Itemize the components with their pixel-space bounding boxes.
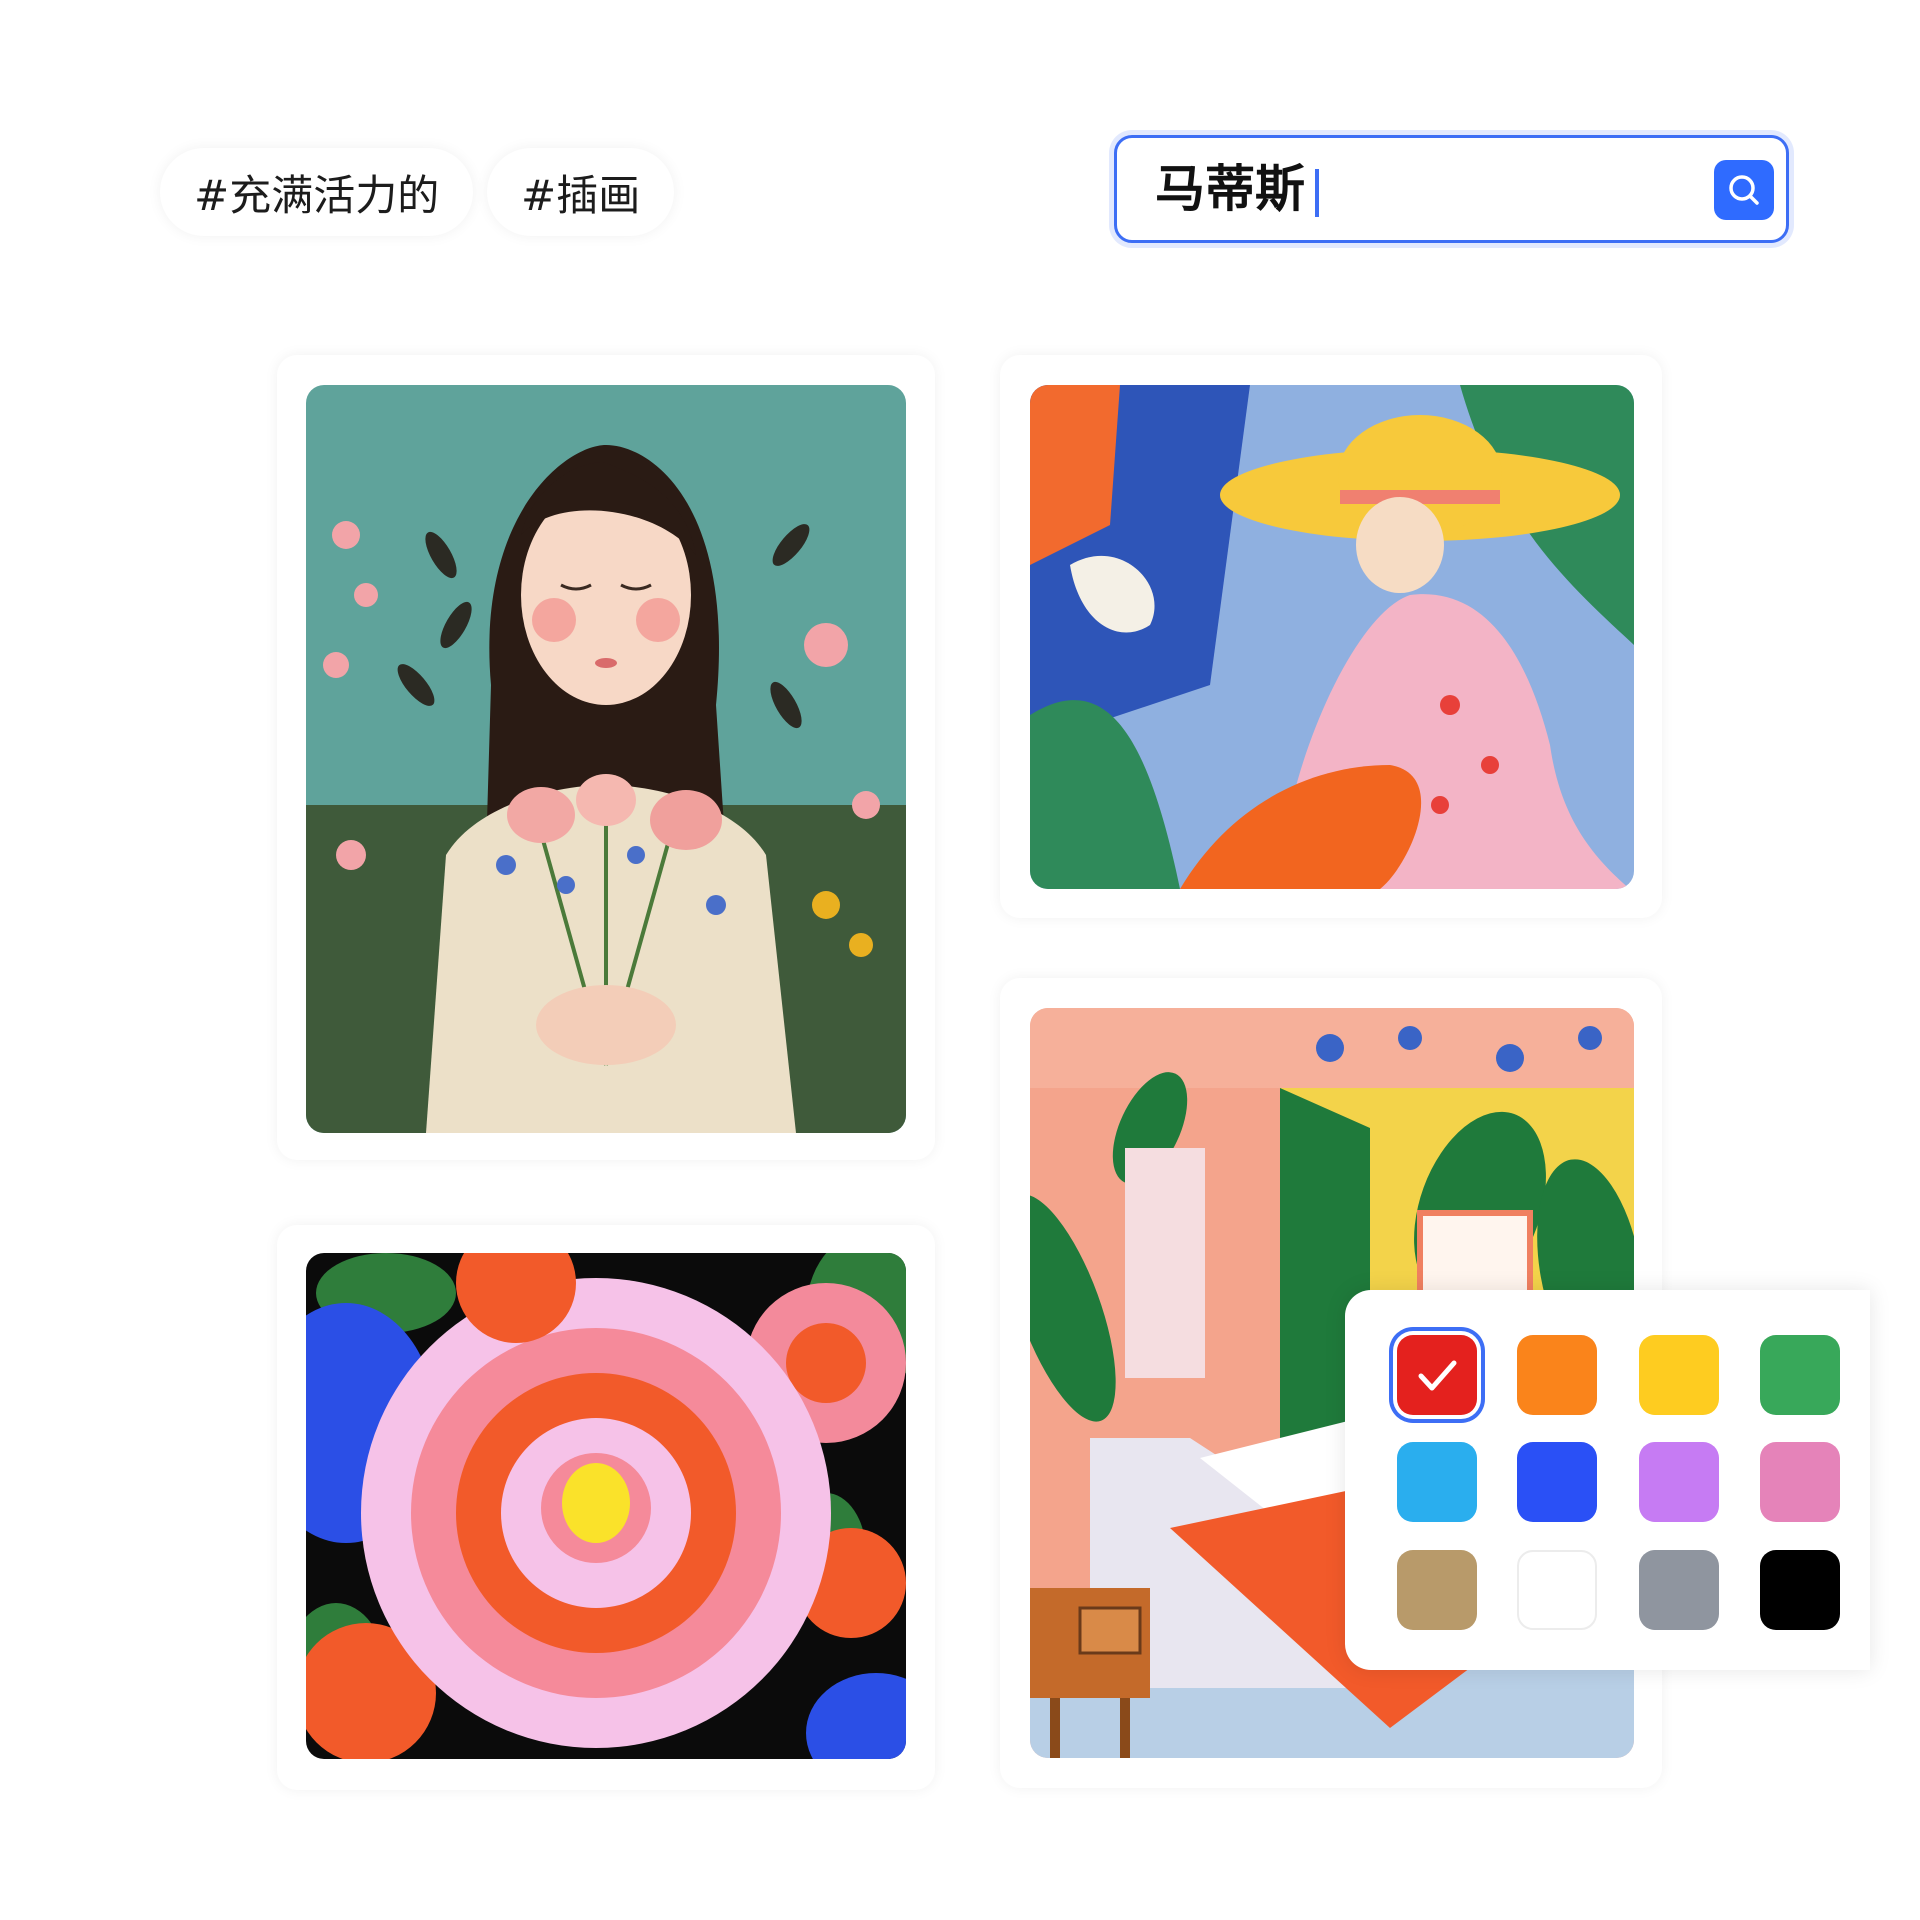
color-swatch-red[interactable]	[1397, 1335, 1477, 1415]
color-swatch-purple[interactable]	[1639, 1442, 1719, 1522]
color-swatch-gray[interactable]	[1639, 1550, 1719, 1630]
color-palette	[1345, 1290, 1870, 1670]
tag-vibrant[interactable]: #充满活力的	[160, 148, 474, 236]
color-swatch-black[interactable]	[1760, 1550, 1840, 1630]
color-swatch-yellow[interactable]	[1639, 1335, 1719, 1415]
color-swatch-green[interactable]	[1760, 1335, 1840, 1415]
search-value: 马蒂斯	[1155, 160, 1305, 218]
search-input[interactable]: 马蒂斯	[1155, 158, 1319, 220]
checkmark-icon	[1418, 1360, 1457, 1391]
search-box[interactable]: 马蒂斯	[1114, 135, 1789, 243]
text-caret	[1315, 168, 1319, 217]
color-swatch-orange[interactable]	[1517, 1335, 1597, 1415]
search-icon	[1729, 175, 1759, 205]
search-button[interactable]	[1714, 160, 1774, 220]
artwork-image-flower[interactable]	[306, 1253, 906, 1759]
tag-label: #充满活力的	[194, 170, 440, 220]
artwork-image-hat[interactable]	[1030, 385, 1634, 889]
color-swatch-sky-blue[interactable]	[1397, 1442, 1477, 1522]
color-swatch-tan[interactable]	[1397, 1550, 1477, 1630]
tag-illustration[interactable]: #插画	[487, 148, 675, 236]
color-swatch-pink[interactable]	[1760, 1442, 1840, 1522]
color-swatch-white[interactable]	[1517, 1550, 1597, 1630]
artwork-image-girl[interactable]	[306, 385, 906, 1133]
tag-label: #插画	[521, 170, 641, 220]
color-swatch-blue[interactable]	[1517, 1442, 1597, 1522]
